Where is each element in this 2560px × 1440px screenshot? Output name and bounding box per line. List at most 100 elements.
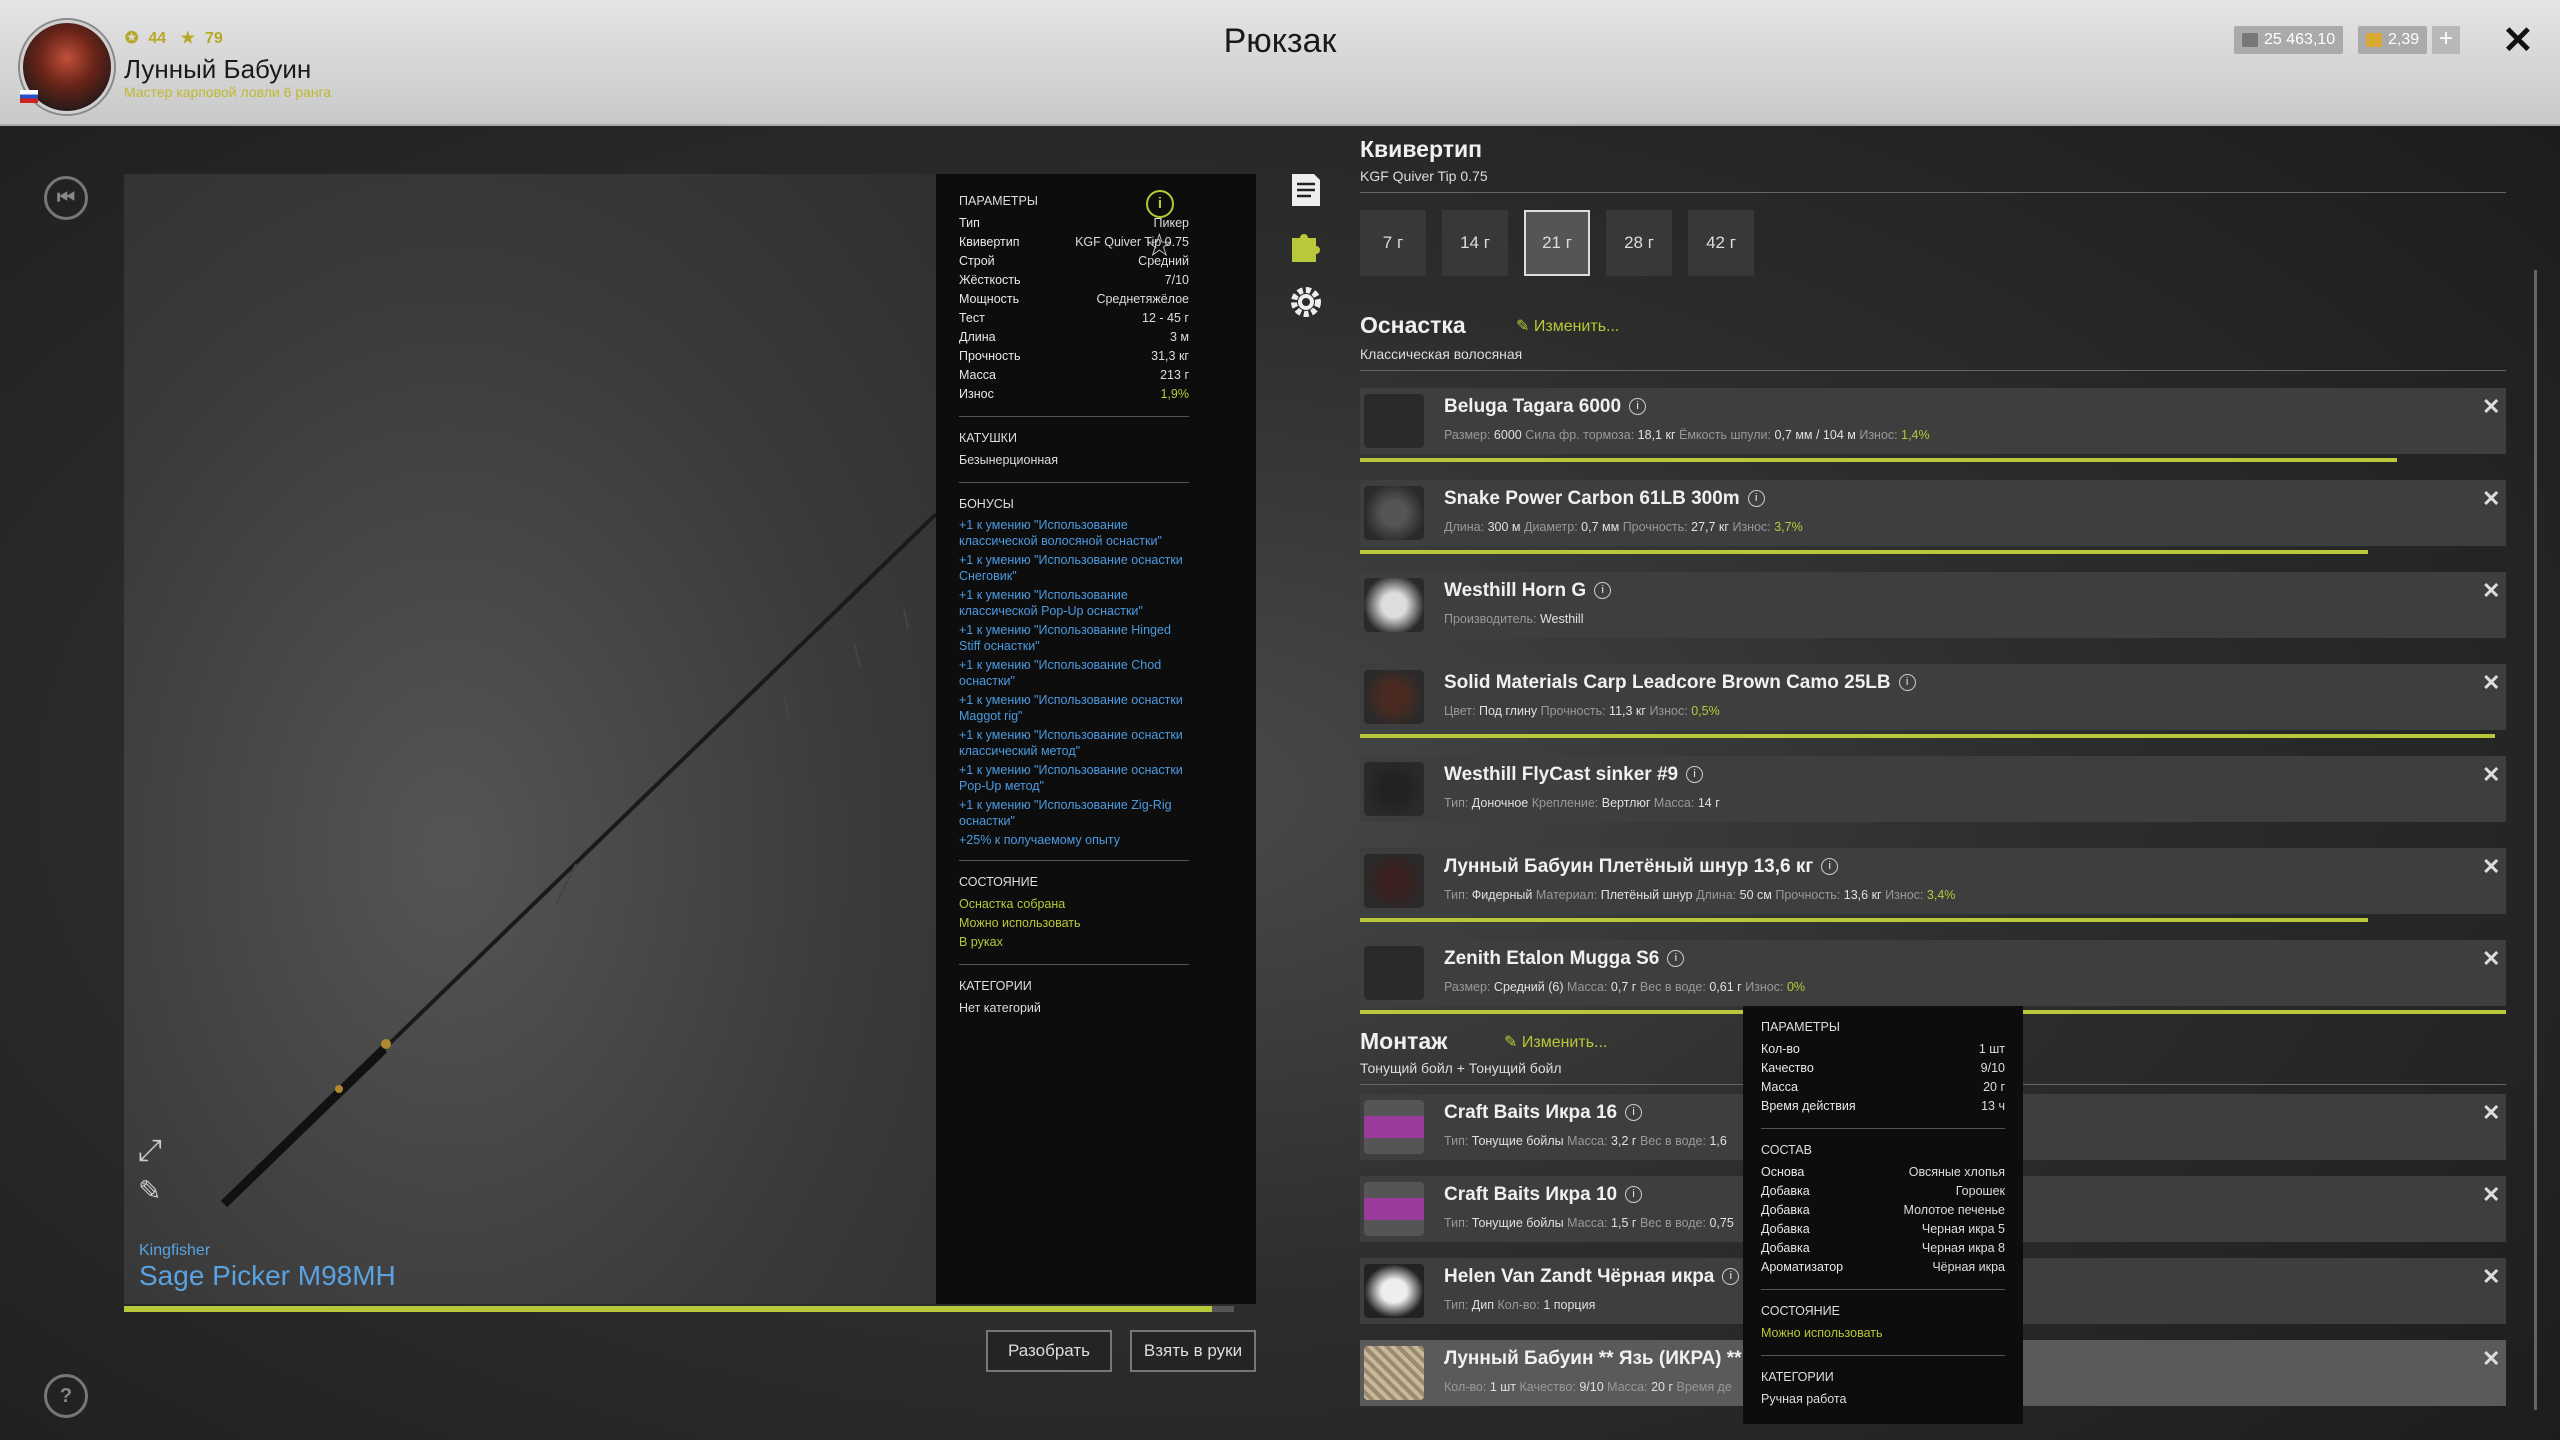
item-name-text: Beluga Tagara 6000 xyxy=(1444,396,1622,417)
bonus-item: +1 к умению "Использование классической … xyxy=(959,588,1143,618)
item-name: Лунный Бабуин ** Язь (ИКРА) **i xyxy=(1444,1348,1767,1370)
param-row: Добавка Горошек xyxy=(1761,1182,2005,1201)
param-value: KGF Quiver Tip 0.75 xyxy=(1075,235,1189,249)
detail-value: 3,2 г xyxy=(1611,1134,1637,1148)
tackle-item[interactable]: Лунный Бабуин Плетёный шнур 13,6 кг i Тип:… xyxy=(1360,848,2506,914)
param-value: Среднетяжёлое xyxy=(1096,292,1189,306)
remove-icon[interactable]: ✕ xyxy=(2482,1100,2500,1126)
wear-bar xyxy=(1360,550,2369,554)
info-icon[interactable]: i xyxy=(1722,1268,1740,1286)
param-row: Прочность 31,3 кг xyxy=(959,347,1189,366)
disassemble-button[interactable]: Разобрать xyxy=(986,1330,1112,1372)
info-icon[interactable]: i xyxy=(1821,858,1839,876)
remove-icon[interactable]: ✕ xyxy=(2482,394,2500,420)
param-label: Ароматизатор xyxy=(1761,1260,1844,1274)
detail-value: Доночное xyxy=(1471,796,1529,810)
rod-params-panel: i ☆ ПАРАМЕТРЫ Тип Пикер Квивертип KGF Quive… xyxy=(936,174,1256,1304)
quiver-weight-button[interactable]: 14 г xyxy=(1442,210,1508,276)
param-row: Износ 1,9% xyxy=(959,385,1189,404)
tackle-item[interactable]: Westhill Horn G i Производитель: Westhill … xyxy=(1360,572,2506,638)
param-label: Износ xyxy=(959,387,994,401)
bonus-item: +1 к умению "Использование Zig-Rig оснас… xyxy=(959,798,1172,828)
item-thumbnail xyxy=(1364,946,1424,1000)
take-in-hands-button[interactable]: Взять в руки xyxy=(1130,1330,1256,1372)
tackle-item[interactable]: Westhill FlyCast sinker #9 i Тип: Доночное… xyxy=(1360,756,2506,822)
quiver-weight-button[interactable]: 28 г xyxy=(1606,210,1672,276)
rig-edit-link[interactable]: ✎ Изменить... xyxy=(1504,1032,1607,1052)
tackle-item[interactable]: Zenith Etalon Mugga S6 i Размер: Средний (… xyxy=(1360,940,2506,1006)
detail-value: 3,7% xyxy=(1774,520,1803,534)
quiver-weight-button[interactable]: 7 г xyxy=(1360,210,1426,276)
tackle-item[interactable]: Solid Materials Carp Leadcore Brown Camo… xyxy=(1360,664,2506,730)
remove-icon[interactable]: ✕ xyxy=(2482,1346,2500,1372)
item-details: Кол-во: 1 шт Качество: 9/10 Масса: 20 г … xyxy=(1444,1380,1732,1394)
param-value: 1,9% xyxy=(1160,387,1190,401)
param-row: Масса 20 г xyxy=(1761,1078,2005,1097)
quiver-weight-button[interactable]: 42 г xyxy=(1688,210,1754,276)
remove-icon[interactable]: ✕ xyxy=(2482,854,2500,880)
help-icon[interactable]: ? xyxy=(44,1374,88,1418)
detail-value: Тонущие бойлы xyxy=(1471,1216,1564,1230)
info-icon[interactable]: i xyxy=(1747,490,1765,508)
remove-icon[interactable]: ✕ xyxy=(2482,670,2500,696)
item-name-text: Westhill FlyCast sinker #9 xyxy=(1444,764,1679,785)
bonus-item: +25% к получаемому опыту xyxy=(959,833,1120,847)
detail-label: Кол-во: xyxy=(1444,1380,1487,1394)
item-thumbnail xyxy=(1364,854,1424,908)
item-name-text: Westhill Horn G xyxy=(1444,580,1587,601)
param-value: 7/10 xyxy=(1164,273,1189,287)
tooltip-state-value: Можно использовать xyxy=(1761,1326,1883,1340)
tackle-edit-link[interactable]: ✎ Изменить... xyxy=(1516,316,1619,336)
scrollbar[interactable] xyxy=(2534,270,2537,1410)
item-details: Тип: Фидерный Материал: Плетёный шнур Дл… xyxy=(1444,888,1955,902)
pencil-icon[interactable]: ✎ xyxy=(138,1174,161,1207)
add-currency-button[interactable]: + xyxy=(2432,26,2460,54)
gear-icon[interactable] xyxy=(1288,284,1324,320)
param-value: 20 г xyxy=(1983,1080,2005,1094)
param-label: Добавка xyxy=(1761,1241,1810,1255)
remove-icon[interactable]: ✕ xyxy=(2482,946,2500,972)
document-icon[interactable] xyxy=(1288,172,1324,208)
item-name-text: Snake Power Carbon 61LB 300m xyxy=(1444,488,1740,509)
detail-value: 11,3 кг xyxy=(1609,704,1646,718)
detail-label: Кол-во: xyxy=(1497,1298,1540,1312)
param-label: Масса xyxy=(1761,1080,1798,1094)
item-thumbnail xyxy=(1364,762,1424,816)
detail-label: Масса: xyxy=(1607,1380,1648,1394)
remove-icon[interactable]: ✕ xyxy=(2482,1264,2500,1290)
detail-label: Прочность: xyxy=(1775,888,1841,902)
info-icon[interactable]: i xyxy=(1629,398,1647,416)
remove-icon[interactable]: ✕ xyxy=(2482,578,2500,604)
info-icon[interactable]: i xyxy=(1594,582,1612,600)
info-icon[interactable]: i xyxy=(1625,1104,1643,1122)
info-icon[interactable]: i xyxy=(1625,1186,1643,1204)
tackle-item[interactable]: Snake Power Carbon 61LB 300m i Длина: 300 … xyxy=(1360,480,2506,546)
puzzle-icon[interactable] xyxy=(1288,228,1324,264)
quiver-weight-button[interactable]: 21 г xyxy=(1524,210,1590,276)
bait-tooltip: ПАРАМЕТРЫ Кол-во 1 шт Качество 9/10 Масса 20 … xyxy=(1743,1006,2023,1424)
remove-icon[interactable]: ✕ xyxy=(2482,486,2500,512)
remove-icon[interactable]: ✕ xyxy=(2482,762,2500,788)
info-icon[interactable]: i xyxy=(1898,674,1916,692)
param-value: Овсяные хлопья xyxy=(1908,1165,2005,1179)
tackle-heading: Оснастка xyxy=(1360,312,1466,338)
remove-icon[interactable]: ✕ xyxy=(2482,1182,2500,1208)
detail-value: 0,7 мм xyxy=(1581,520,1620,534)
tackle-item[interactable]: Beluga Tagara 6000 i Размер: 6000 Сила фр.… xyxy=(1360,388,2506,454)
param-row: Квивертип KGF Quiver Tip 0.75 xyxy=(959,233,1189,252)
info-icon[interactable]: i xyxy=(1667,950,1685,968)
expand-icon[interactable]: ⤢ xyxy=(138,1134,162,1168)
detail-label: Сила фр. тормоза: xyxy=(1525,428,1635,442)
detail-label: Тип: xyxy=(1444,1134,1469,1148)
item-name: Craft Baits Икра 16 i xyxy=(1444,1102,1643,1124)
tackle-subtitle: Классическая волосяная xyxy=(1360,346,1523,362)
close-button[interactable]: ✕ xyxy=(2502,18,2534,63)
param-row: Тип Пикер xyxy=(959,214,1189,233)
item-thumbnail xyxy=(1364,1264,1424,1318)
back-icon[interactable]: ⏮ xyxy=(44,176,88,220)
info-icon[interactable]: i xyxy=(1686,766,1704,784)
detail-value: 18,1 кг xyxy=(1637,428,1676,442)
item-details: Размер: 6000 Сила фр. тормоза: 18,1 кг Ё… xyxy=(1444,428,1930,442)
wear-bar xyxy=(1360,734,2495,738)
detail-label: Цвет: xyxy=(1444,704,1476,718)
